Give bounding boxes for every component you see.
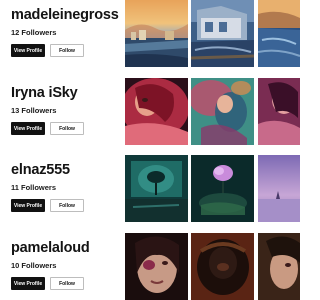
view-profile-button[interactable]: View Profile [11,122,45,135]
artwork-thumbnail[interactable] [125,233,188,300]
username[interactable]: elnaz555 [11,161,70,179]
artwork-thumbnail[interactable] [258,233,300,300]
artwork-thumbnail[interactable] [191,0,254,67]
artwork-thumbnail[interactable] [191,78,254,145]
user-row-pamelaloud: pamelaloud 10 Followers View Profile Fol… [0,233,300,300]
user-row-madeleinegross: madeleinegross 12 Followers View Profile… [0,0,300,67]
user-info: pamelaloud 10 Followers View Profile Fol… [11,233,119,300]
view-profile-button[interactable]: View Profile [11,199,45,212]
follower-count: 10 Followers [11,261,57,270]
artwork-thumbnail[interactable] [191,155,254,222]
follow-button[interactable]: Follow [50,199,84,212]
username[interactable]: pamelaloud [11,239,90,257]
artwork-thumbnail[interactable] [125,155,188,222]
user-info: elnaz555 11 Followers View Profile Follo… [11,155,119,222]
view-profile-button[interactable]: View Profile [11,44,45,57]
username[interactable]: Iryna iSky [11,84,78,102]
follower-count: 11 Followers [11,183,57,192]
artwork-thumbnail[interactable] [258,78,300,145]
follower-count: 12 Followers [11,28,57,37]
follow-button[interactable]: Follow [50,277,84,290]
artwork-thumbnail[interactable] [125,0,188,67]
view-profile-button[interactable]: View Profile [11,277,45,290]
follower-count: 13 Followers [11,106,57,115]
username[interactable]: madeleinegross [11,6,119,24]
artwork-thumbnail[interactable] [258,155,300,222]
user-info: Iryna iSky 13 Followers View Profile Fol… [11,78,119,145]
artwork-thumbnail[interactable] [258,0,300,67]
user-info: madeleinegross 12 Followers View Profile… [11,0,119,67]
artwork-thumbnail[interactable] [191,233,254,300]
follow-button[interactable]: Follow [50,44,84,57]
follow-button[interactable]: Follow [50,122,84,135]
artwork-thumbnail[interactable] [125,78,188,145]
user-row-elnaz555: elnaz555 11 Followers View Profile Follo… [0,155,300,222]
user-row-iryna-isky: Iryna iSky 13 Followers View Profile Fol… [0,78,300,145]
